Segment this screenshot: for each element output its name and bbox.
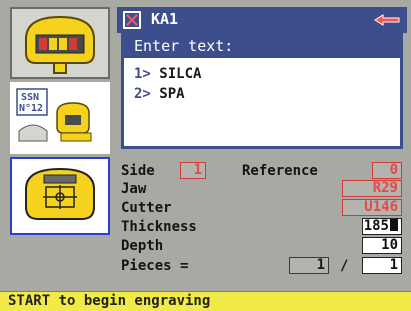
ssn-label: SSN [21, 92, 40, 103]
pieces-total-field[interactable]: 1 [362, 257, 402, 274]
side-label: Side [121, 163, 155, 179]
text-cursor [390, 219, 398, 231]
pieces-label: Pieces = [121, 258, 189, 274]
side-field[interactable]: 1 [180, 162, 206, 179]
jaw-field[interactable]: R29 [342, 180, 402, 197]
panel-header: Enter text: [124, 36, 400, 58]
option-item-silca[interactable]: 1> SILCA [124, 64, 400, 84]
cutter-label: Cutter [121, 200, 172, 216]
title-bar: KA1 [117, 7, 407, 33]
option-label: SILCA [159, 66, 202, 82]
depth-field[interactable]: 10 [362, 237, 402, 254]
option-item-spa[interactable]: 2> SPA [124, 84, 400, 104]
cutter-field[interactable]: U146 [342, 199, 402, 216]
key-type-card[interactable] [10, 7, 110, 79]
engraving-screen: SSN N°12 KA1 Enter text: 1> SILCA 2> SPA… [0, 0, 411, 311]
option-number: 1> [134, 66, 151, 82]
option-number: 2> [134, 86, 151, 102]
window-title: KA1 [151, 10, 179, 28]
reference-label: Reference [242, 163, 318, 179]
clamp-target-icon [25, 167, 95, 220]
depth-label: Depth [121, 238, 164, 254]
pieces-done-field[interactable]: 1 [289, 257, 329, 274]
jaw-card[interactable] [10, 157, 110, 235]
status-bar: START to begin engraving [0, 291, 411, 311]
pieces-separator: / [340, 258, 349, 274]
option-label: SPA [159, 86, 185, 102]
thickness-field[interactable]: 185 [362, 218, 402, 235]
cutter-icon [374, 14, 400, 26]
jaw-label: Jaw [121, 181, 147, 197]
key-type-icon [25, 15, 95, 74]
thickness-label: Thickness [121, 219, 197, 235]
text-entry-panel: Enter text: 1> SILCA 2> SPA [121, 33, 403, 149]
ssn-key-card[interactable]: SSN N°12 [10, 82, 110, 154]
checkbox-icon [123, 11, 141, 29]
reference-field[interactable]: 0 [372, 162, 402, 179]
ssn-number-label: N°12 [19, 103, 44, 114]
thickness-value: 185 [363, 218, 389, 234]
